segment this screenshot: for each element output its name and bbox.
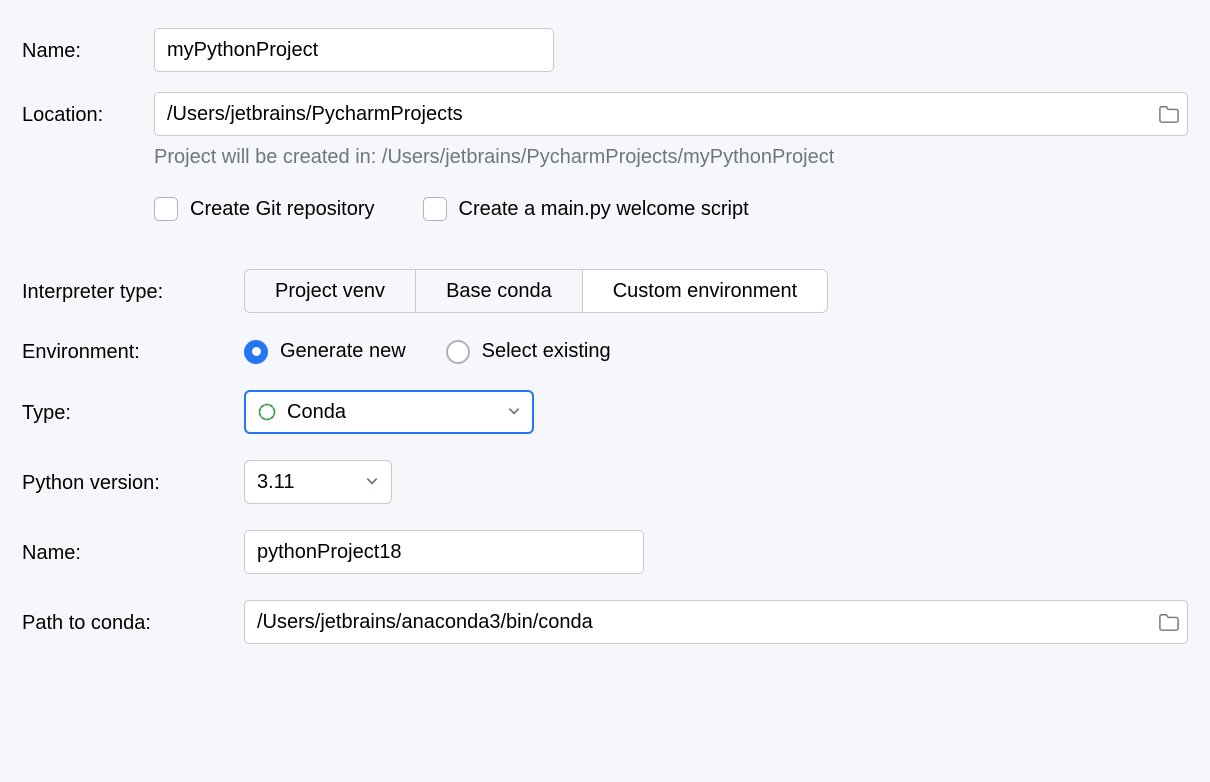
project-location-row: Location:	[22, 92, 1188, 136]
env-type-row: Type: Conda	[22, 390, 1188, 434]
chevron-down-icon	[347, 471, 379, 494]
environment-radio-group: Generate new Select existing	[244, 340, 611, 364]
env-type-value: Conda	[287, 401, 346, 424]
browse-folder-icon[interactable]	[1158, 104, 1180, 124]
project-location-field	[154, 92, 1188, 136]
radio-select-existing[interactable]: Select existing	[446, 340, 611, 364]
project-name-label: Name:	[22, 38, 154, 63]
create-git-checkbox[interactable]: Create Git repository	[154, 197, 375, 221]
project-options-row: Create Git repository Create a main.py w…	[154, 197, 1188, 221]
project-path-hint: Project will be created in: /Users/jetbr…	[154, 146, 1188, 169]
create-mainpy-label: Create a main.py welcome script	[459, 198, 749, 221]
project-name-row: Name:	[22, 28, 1188, 72]
new-project-panel: Name: Location: Project will be created …	[0, 0, 1210, 672]
create-git-label: Create Git repository	[190, 198, 375, 221]
create-mainpy-checkbox[interactable]: Create a main.py welcome script	[423, 197, 749, 221]
radio-unchecked-icon	[446, 340, 470, 364]
project-location-label: Location:	[22, 102, 154, 127]
radio-checked-icon	[244, 340, 268, 364]
conda-path-row: Path to conda:	[22, 600, 1188, 644]
tab-project-venv[interactable]: Project venv	[245, 270, 416, 312]
browse-folder-icon[interactable]	[1158, 612, 1180, 632]
conda-path-label: Path to conda:	[22, 610, 244, 635]
checkbox-box-icon	[423, 197, 447, 221]
chevron-down-icon	[489, 401, 521, 424]
environment-row: Environment: Generate new Select existin…	[22, 339, 1188, 364]
interpreter-type-row: Interpreter type: Project venv Base cond…	[22, 269, 1188, 313]
python-version-value: 3.11	[257, 471, 294, 494]
python-version-dropdown[interactable]: 3.11	[244, 460, 392, 504]
env-name-label: Name:	[22, 540, 244, 565]
python-version-row: Python version: 3.11	[22, 460, 1188, 504]
radio-generate-label: Generate new	[280, 340, 406, 363]
interpreter-type-label: Interpreter type:	[22, 279, 244, 304]
python-version-label: Python version:	[22, 470, 244, 495]
project-hint-block: Project will be created in: /Users/jetbr…	[154, 146, 1188, 221]
interpreter-type-segmented: Project venv Base conda Custom environme…	[244, 269, 828, 313]
conda-path-input[interactable]	[244, 600, 1188, 644]
project-location-input[interactable]	[154, 92, 1188, 136]
conda-icon	[257, 402, 277, 422]
checkbox-box-icon	[154, 197, 178, 221]
env-name-row: Name:	[22, 530, 1188, 574]
environment-label: Environment:	[22, 339, 244, 364]
radio-select-label: Select existing	[482, 340, 611, 363]
env-name-input[interactable]	[244, 530, 644, 574]
env-type-dropdown[interactable]: Conda	[244, 390, 534, 434]
tab-custom-environment[interactable]: Custom environment	[583, 270, 828, 312]
conda-path-field	[244, 600, 1188, 644]
tab-base-conda[interactable]: Base conda	[416, 270, 583, 312]
project-name-input[interactable]	[154, 28, 554, 72]
env-type-label: Type:	[22, 400, 244, 425]
radio-generate-new[interactable]: Generate new	[244, 340, 406, 364]
